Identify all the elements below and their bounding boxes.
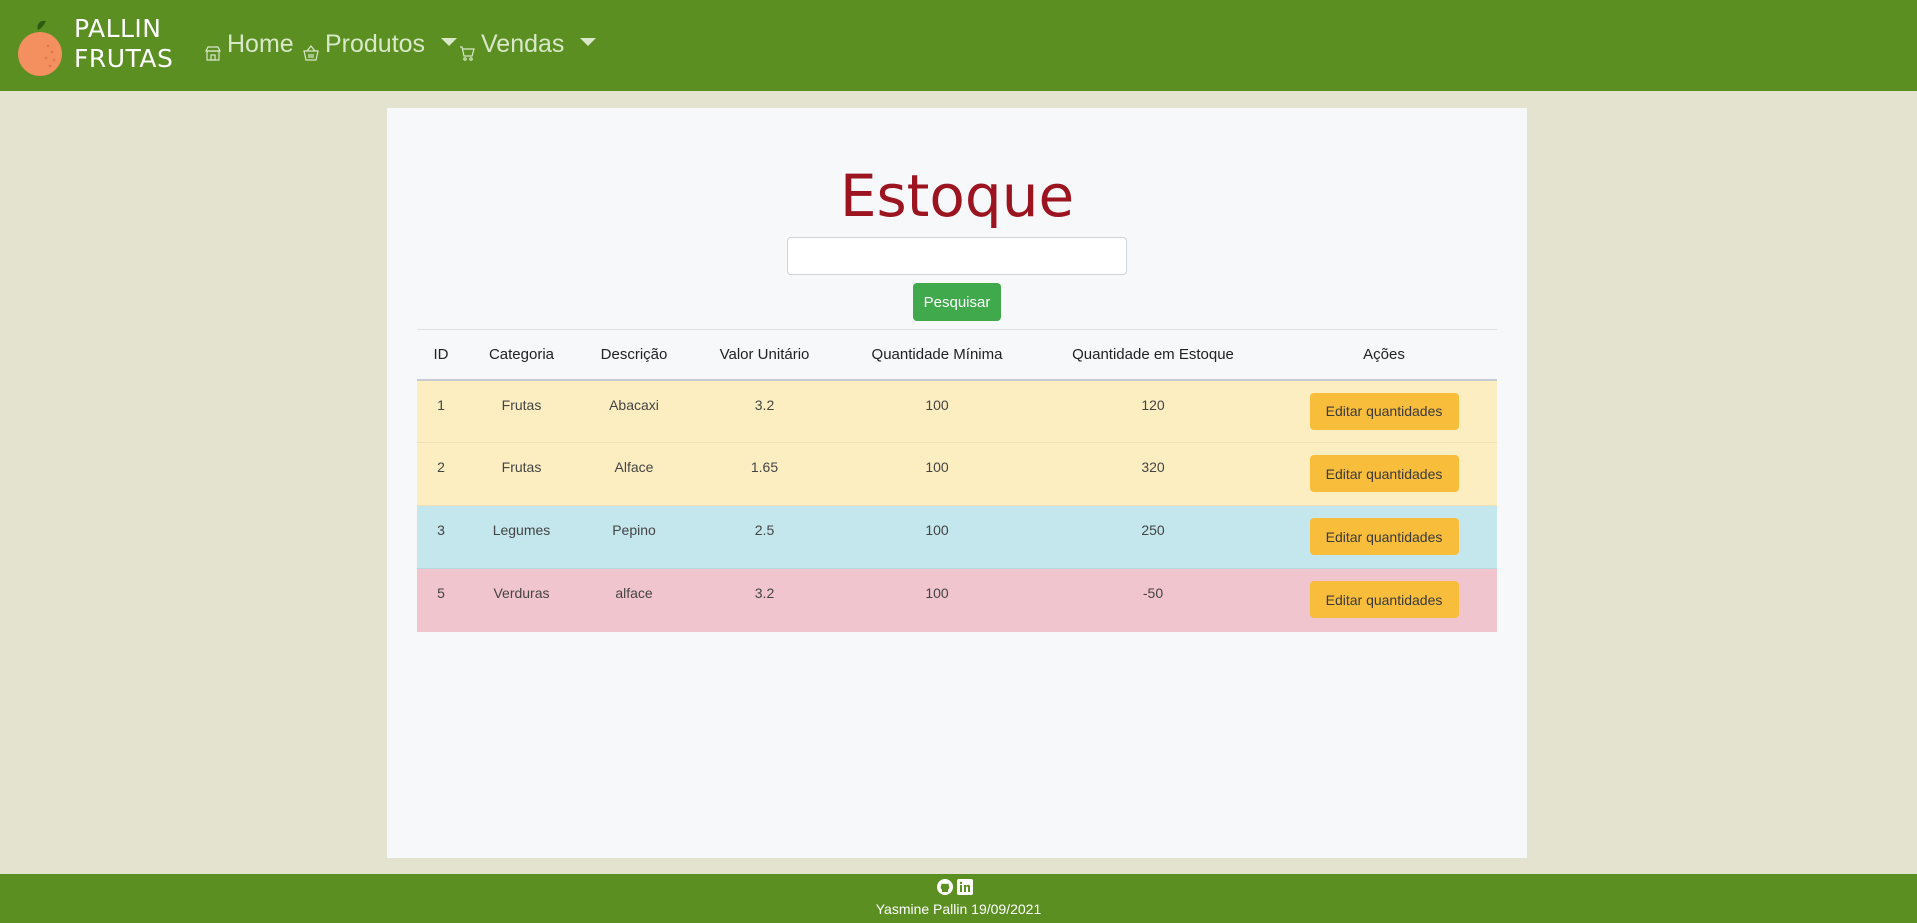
cell-acoes: Editar quantidades [1271, 379, 1497, 443]
orange-logo-icon[interactable] [16, 20, 64, 78]
cell-minima: 100 [839, 505, 1035, 569]
chevron-down-icon [441, 38, 458, 46]
cell-minima: 100 [839, 379, 1035, 443]
cell-valor: 3.2 [690, 379, 839, 443]
table-row: 2 Frutas Alface 1.65 100 320 Editar quan… [417, 442, 1497, 506]
stock-table: ID Categoria Descrição Valor Unitário Qu… [417, 329, 1497, 632]
store-icon [205, 39, 221, 61]
cell-id: 2 [417, 442, 465, 506]
chevron-down-icon [580, 38, 597, 46]
basket-icon [303, 39, 319, 61]
cart-icon [459, 39, 475, 61]
footer: Yasmine Pallin 19/09/2021 [0, 874, 1917, 923]
edit-quantities-button[interactable]: Editar quantidades [1309, 392, 1459, 430]
cell-id: 5 [417, 568, 465, 632]
nav-item-produtos[interactable]: Produtos [303, 26, 458, 62]
cell-valor: 3.2 [690, 568, 839, 632]
github-icon[interactable] [937, 879, 953, 895]
cell-acoes: Editar quantidades [1271, 568, 1497, 632]
header-categoria: Categoria [465, 329, 578, 381]
cell-estoque: -50 [1035, 568, 1271, 632]
header-acoes: Ações [1271, 329, 1497, 381]
cell-acoes: Editar quantidades [1271, 505, 1497, 569]
navbar: PALLIN FRUTAS Home Produtos Vendas [0, 0, 1917, 91]
cell-descricao: Pepino [578, 505, 690, 569]
cell-id: 1 [417, 379, 465, 443]
edit-quantities-button[interactable]: Editar quantidades [1309, 581, 1459, 618]
nav-item-home-label: Home [227, 29, 294, 58]
cell-categoria: Legumes [465, 505, 578, 569]
cell-id: 3 [417, 505, 465, 569]
cell-descricao: Alface [578, 442, 690, 506]
header-valor-unitario: Valor Unitário [690, 329, 839, 381]
nav-item-home[interactable]: Home [205, 26, 294, 62]
table-row: 3 Legumes Pepino 2.5 100 250 Editar quan… [417, 505, 1497, 569]
header-quantidade-estoque: Quantidade em Estoque [1035, 329, 1271, 381]
table-row: 1 Frutas Abacaxi 3.2 100 120 Editar quan… [417, 379, 1497, 443]
table-header-row: ID Categoria Descrição Valor Unitário Qu… [417, 329, 1497, 381]
cell-descricao: alface [578, 568, 690, 632]
brand-name[interactable]: PALLIN FRUTAS [74, 14, 173, 74]
page-title: Estoque [839, 162, 1075, 230]
cell-estoque: 250 [1035, 505, 1271, 569]
search-input[interactable] [787, 237, 1127, 275]
cell-valor: 1.65 [690, 442, 839, 506]
edit-quantities-button[interactable]: Editar quantidades [1309, 518, 1459, 555]
cell-minima: 100 [839, 568, 1035, 632]
cell-categoria: Frutas [465, 379, 578, 443]
nav-item-vendas-label: Vendas [481, 29, 565, 58]
edit-quantities-button[interactable]: Editar quantidades [1309, 455, 1459, 492]
cell-categoria: Frutas [465, 442, 578, 506]
nav-item-produtos-label: Produtos [325, 29, 426, 58]
cell-descricao: Abacaxi [578, 379, 690, 443]
cell-estoque: 120 [1035, 379, 1271, 443]
cell-estoque: 320 [1035, 442, 1271, 506]
header-descricao: Descrição [578, 329, 690, 381]
table-row: 5 Verduras alface 3.2 100 -50 Editar qua… [417, 568, 1497, 632]
linkedin-icon[interactable] [957, 879, 973, 895]
cell-minima: 100 [839, 442, 1035, 506]
cell-acoes: Editar quantidades [1271, 442, 1497, 506]
header-quantidade-minima: Quantidade Mínima [839, 329, 1035, 381]
nav-item-vendas[interactable]: Vendas [459, 26, 597, 62]
main-panel: Estoque Pesquisar ID Categoria Descrição… [387, 108, 1527, 858]
cell-valor: 2.5 [690, 505, 839, 569]
footer-credit: Yasmine Pallin 19/09/2021 [875, 901, 1042, 917]
brand-line-2: FRUTAS [74, 44, 174, 73]
brand-line-1: PALLIN [74, 14, 162, 43]
header-id: ID [417, 329, 465, 381]
cell-categoria: Verduras [465, 568, 578, 632]
search-button[interactable]: Pesquisar [913, 283, 1001, 321]
footer-social-links [937, 879, 973, 895]
